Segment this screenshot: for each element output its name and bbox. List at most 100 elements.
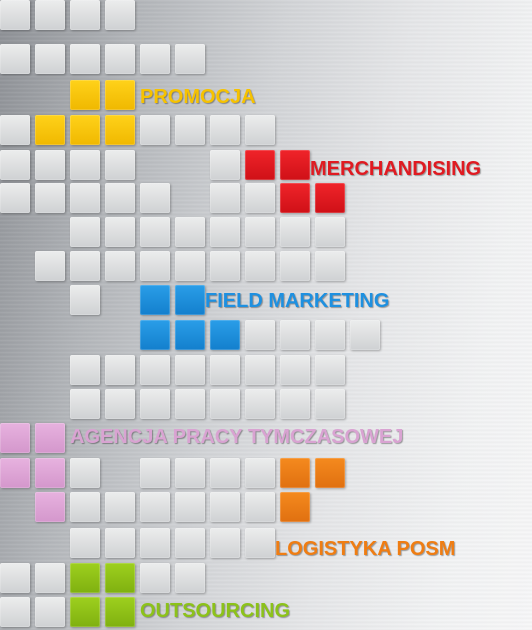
- grey-square: [210, 458, 240, 488]
- grey-square: [315, 389, 345, 419]
- grey-square: [210, 150, 240, 180]
- pink-square: [35, 458, 65, 488]
- grey-square: [0, 44, 30, 74]
- grey-square: [140, 217, 170, 247]
- grey-square: [175, 251, 205, 281]
- grey-square: [35, 44, 65, 74]
- red-square: [245, 150, 275, 180]
- grey-square: [210, 492, 240, 522]
- grey-square: [35, 597, 65, 627]
- grey-square: [175, 492, 205, 522]
- grey-square: [175, 217, 205, 247]
- grey-square: [35, 150, 65, 180]
- grey-square: [105, 183, 135, 213]
- grey-square: [315, 217, 345, 247]
- grey-square: [210, 183, 240, 213]
- grey-square: [140, 183, 170, 213]
- grey-square: [245, 458, 275, 488]
- grey-square: [280, 355, 310, 385]
- grey-square: [105, 251, 135, 281]
- pink-square: [0, 423, 30, 453]
- grey-square: [105, 492, 135, 522]
- label-outsourcing: OUTSOURCING: [140, 600, 290, 622]
- grey-square: [0, 597, 30, 627]
- grey-square: [105, 0, 135, 30]
- green-square: [105, 563, 135, 593]
- red-square: [315, 183, 345, 213]
- grey-square: [70, 183, 100, 213]
- grey-square: [280, 217, 310, 247]
- grey-square: [140, 355, 170, 385]
- grey-square: [175, 389, 205, 419]
- grey-square: [105, 528, 135, 558]
- grey-square: [105, 389, 135, 419]
- yellow-square: [105, 115, 135, 145]
- grey-square: [0, 150, 30, 180]
- blue-square: [140, 285, 170, 315]
- grey-square: [280, 251, 310, 281]
- grey-square: [140, 251, 170, 281]
- square-grid: [0, 0, 532, 630]
- red-square: [280, 150, 310, 180]
- grey-square: [70, 285, 100, 315]
- grey-square: [140, 44, 170, 74]
- grey-square: [70, 0, 100, 30]
- pink-square: [35, 423, 65, 453]
- label-promocja: PROMOCJA: [140, 86, 256, 108]
- yellow-square: [35, 115, 65, 145]
- grey-square: [0, 563, 30, 593]
- grey-square: [245, 183, 275, 213]
- grey-square: [175, 528, 205, 558]
- grey-square: [105, 150, 135, 180]
- grey-square: [140, 528, 170, 558]
- grey-square: [70, 150, 100, 180]
- grey-square: [175, 355, 205, 385]
- grey-square: [70, 389, 100, 419]
- grey-square: [35, 0, 65, 30]
- label-logistyka-posm: LOGISTYKA POSM: [275, 538, 456, 560]
- grey-square: [280, 389, 310, 419]
- pink-square: [35, 492, 65, 522]
- grey-square: [210, 355, 240, 385]
- grey-square: [245, 217, 275, 247]
- label-merchandising: MERCHANDISING: [310, 158, 482, 180]
- grey-square: [70, 44, 100, 74]
- yellow-square: [70, 80, 100, 110]
- grey-square: [245, 115, 275, 145]
- grey-square: [315, 320, 345, 350]
- grey-square: [175, 44, 205, 74]
- label-field-marketing: FIELD MARKETING: [205, 290, 390, 312]
- grey-square: [105, 355, 135, 385]
- red-square: [280, 183, 310, 213]
- orange-square: [280, 458, 310, 488]
- grey-square: [245, 355, 275, 385]
- orange-square: [280, 492, 310, 522]
- grey-square: [210, 217, 240, 247]
- green-square: [70, 563, 100, 593]
- label-agencja-pracy-tymczasowej: AGENCJA PRACY TYMCZASOWEJ: [70, 426, 404, 448]
- grey-square: [350, 320, 380, 350]
- grey-square: [210, 528, 240, 558]
- grey-square: [70, 217, 100, 247]
- grey-square: [245, 528, 275, 558]
- grey-square: [0, 115, 30, 145]
- grey-square: [140, 458, 170, 488]
- grey-square: [35, 563, 65, 593]
- grey-square: [140, 492, 170, 522]
- grey-square: [35, 183, 65, 213]
- grey-square: [245, 320, 275, 350]
- grey-square: [315, 251, 345, 281]
- grey-square: [210, 115, 240, 145]
- grey-square: [175, 563, 205, 593]
- grey-square: [175, 458, 205, 488]
- blue-square: [210, 320, 240, 350]
- grey-square: [140, 563, 170, 593]
- grey-square: [70, 528, 100, 558]
- grey-square: [105, 217, 135, 247]
- grey-square: [210, 389, 240, 419]
- orange-square: [315, 458, 345, 488]
- blue-square: [175, 285, 205, 315]
- blue-square: [175, 320, 205, 350]
- grey-square: [245, 492, 275, 522]
- grey-square: [0, 183, 30, 213]
